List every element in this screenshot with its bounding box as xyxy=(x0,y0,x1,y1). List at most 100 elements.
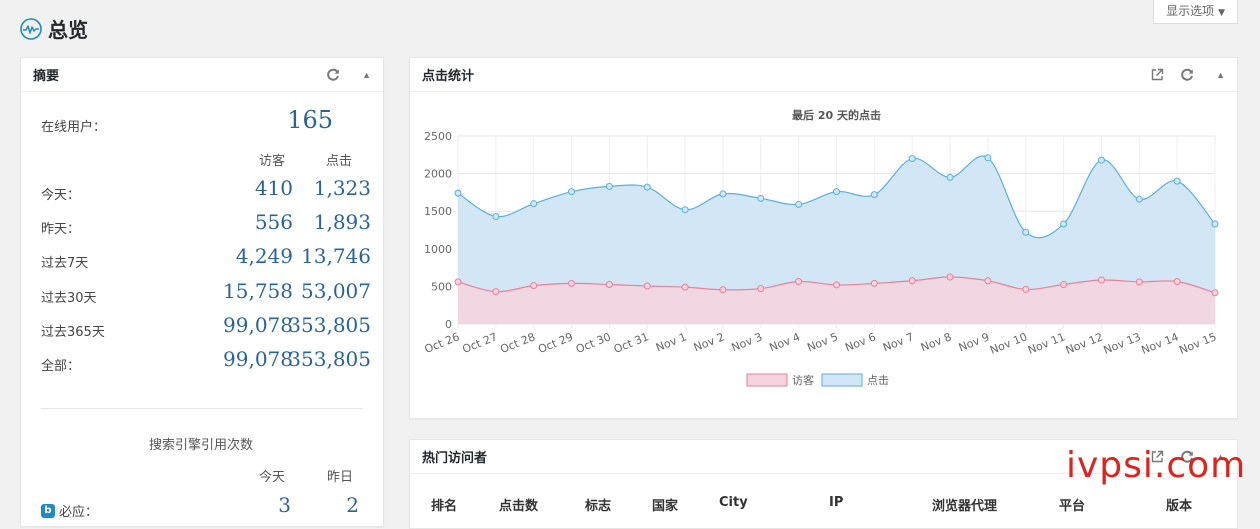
summary-row-label: 过去7天 xyxy=(41,256,89,271)
x-tick-label: Nov 2 xyxy=(692,330,727,354)
data-point xyxy=(908,155,916,163)
summary-title: 摘要 xyxy=(33,69,60,84)
summary-row-visitors[interactable]: 4,249 xyxy=(236,244,293,268)
summary-row-label: 全部： xyxy=(41,359,81,374)
x-tick-label: Nov 8 xyxy=(919,330,954,354)
page-header: 总览 xyxy=(20,14,88,43)
data-point xyxy=(643,183,651,191)
data-point xyxy=(605,182,613,190)
screen-options-button[interactable]: 显示选项 ▼ xyxy=(1153,0,1238,24)
x-tick-label: Nov 7 xyxy=(881,330,916,354)
data-point xyxy=(643,282,651,290)
summary-row-clicks[interactable]: 353,805 xyxy=(288,313,371,337)
search-engine-yesterday[interactable]: 2 xyxy=(346,493,359,517)
x-tick-label: Nov 3 xyxy=(730,330,765,354)
clicks-chart: 最后 20 天的点击05001000150020002500Oct 26 Oct … xyxy=(423,108,1219,387)
data-point xyxy=(492,212,500,220)
column-header-hits[interactable]: 点击数 xyxy=(499,495,538,514)
data-point xyxy=(568,188,576,196)
column-header-rank[interactable]: 排名 xyxy=(431,495,457,514)
collapse-arrow-icon[interactable]: ▲ xyxy=(362,70,371,80)
x-tick-label: Oct 31 xyxy=(612,330,651,356)
summary-row-label: 过去30天 xyxy=(41,291,97,306)
data-point xyxy=(1022,285,1030,293)
data-point xyxy=(492,288,500,296)
y-tick-label: 500 xyxy=(431,280,452,293)
x-tick-label: Oct 27 xyxy=(460,330,499,356)
x-tick-label: Nov 1 xyxy=(654,330,689,354)
summary-row-visitors[interactable]: 99,078 xyxy=(223,313,293,337)
online-users-row: 在线用户： 165 xyxy=(41,106,371,138)
summary-row-clicks[interactable]: 1,323 xyxy=(314,176,371,200)
x-tick-label: Nov 10 xyxy=(988,330,1029,357)
col-visitors-header: 访客 xyxy=(259,154,286,169)
column-header-flag[interactable]: 标志 xyxy=(585,495,611,514)
data-point xyxy=(568,279,576,287)
summary-row-visitors[interactable]: 99,078 xyxy=(223,347,293,371)
summary-row-label: 过去365天 xyxy=(41,325,105,340)
data-point xyxy=(757,194,765,202)
column-header-city[interactable]: City xyxy=(719,495,748,510)
search-engine-title: 搜索引擎引用次数 xyxy=(149,438,254,453)
summary-box-header: 摘要 ▲ xyxy=(21,58,383,92)
col-clicks-header: 点击 xyxy=(326,154,353,169)
x-tick-label: Nov 9 xyxy=(957,330,992,354)
summary-row: 昨天： 556 1,893 xyxy=(41,210,371,240)
data-point xyxy=(1135,195,1143,203)
data-point xyxy=(1097,156,1105,164)
data-point xyxy=(1211,220,1219,228)
column-header-ip[interactable]: IP xyxy=(829,495,843,510)
summary-row: 过去7天 4,249 13,746 xyxy=(41,244,371,274)
summary-row-clicks[interactable]: 13,746 xyxy=(301,244,371,268)
summary-row: 过去30天 15,758 53,007 xyxy=(41,279,371,309)
data-point xyxy=(530,200,538,208)
x-tick-label: Nov 11 xyxy=(1026,330,1067,357)
bing-icon: b xyxy=(41,503,55,518)
caret-down-icon: ▼ xyxy=(1218,8,1225,18)
summary-row-clicks[interactable]: 353,805 xyxy=(288,347,371,371)
column-header-country[interactable]: 国家 xyxy=(652,495,678,514)
data-point xyxy=(1211,289,1219,297)
summary-box: 摘要 ▲ 在线用户： 165 访客 点击 今天： 410 1,323 昨天： 5… xyxy=(20,57,384,527)
x-tick-label: Nov 14 xyxy=(1140,330,1181,357)
online-users-label: 在线用户： xyxy=(41,120,107,135)
data-point xyxy=(1060,281,1068,289)
data-point xyxy=(454,189,462,197)
page-title: 总览 xyxy=(48,18,88,42)
external-link-icon[interactable] xyxy=(1151,68,1164,81)
summary-row-visitors[interactable]: 410 xyxy=(255,176,293,200)
search-engine-row: b 必应： 3 2 xyxy=(41,493,371,523)
data-point xyxy=(946,173,954,181)
data-point xyxy=(908,277,916,285)
data-point xyxy=(530,282,538,290)
click-stats-title: 点击统计 xyxy=(422,69,475,84)
summary-row: 过去365天 99,078 353,805 xyxy=(41,313,371,343)
search-engine-today[interactable]: 3 xyxy=(278,493,291,517)
y-tick-label: 1000 xyxy=(424,243,452,256)
stats-logo-icon xyxy=(20,17,42,40)
x-tick-label: Nov 12 xyxy=(1064,330,1105,357)
summary-row-visitors[interactable]: 556 xyxy=(255,210,293,234)
collapse-arrow-icon[interactable]: ▲ xyxy=(1216,70,1225,80)
summary-row-clicks[interactable]: 53,007 xyxy=(301,279,371,303)
data-point xyxy=(454,278,462,286)
summary-row-visitors[interactable]: 15,758 xyxy=(223,279,293,303)
summary-row-clicks[interactable]: 1,893 xyxy=(314,210,371,234)
y-tick-label: 2000 xyxy=(424,168,452,181)
data-point xyxy=(833,188,840,196)
legend-swatch xyxy=(746,373,788,387)
column-header-version[interactable]: 版本 xyxy=(1166,495,1192,514)
screen-options-label: 显示选项 xyxy=(1166,4,1215,18)
column-header-agent[interactable]: 浏览器代理 xyxy=(932,495,997,514)
x-tick-label: Nov 6 xyxy=(843,330,878,354)
refresh-icon[interactable] xyxy=(326,68,340,82)
data-point xyxy=(757,285,765,293)
data-point xyxy=(719,286,727,294)
online-users-value[interactable]: 165 xyxy=(287,106,333,134)
x-tick-label: Oct 29 xyxy=(536,330,575,356)
data-point xyxy=(681,206,689,214)
data-point xyxy=(984,277,992,285)
column-header-platform[interactable]: 平台 xyxy=(1059,495,1085,514)
refresh-icon[interactable] xyxy=(1180,68,1194,82)
data-point xyxy=(1173,278,1181,286)
